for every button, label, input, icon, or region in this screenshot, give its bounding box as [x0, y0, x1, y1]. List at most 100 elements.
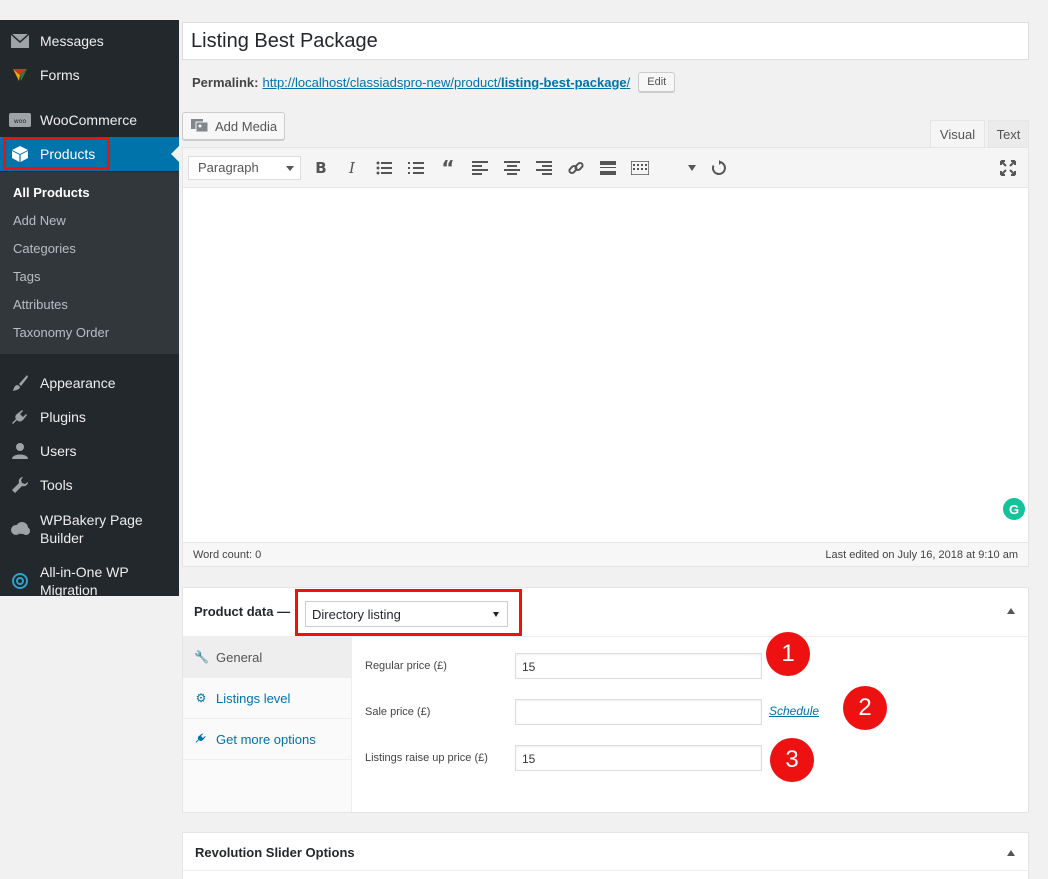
align-center-icon[interactable] [502, 158, 522, 178]
format-select[interactable]: Paragraph [188, 156, 301, 180]
chevron-down-icon [286, 166, 294, 171]
paintbrush-icon [0, 374, 40, 392]
permalink-row: Permalink: http://localhost/classiadspro… [192, 72, 676, 92]
pd-tab-label: Listings level [216, 690, 291, 706]
raise-up-price-label: Listings raise up price (£) [365, 752, 488, 764]
tab-visual[interactable]: Visual [930, 120, 985, 148]
submenu-categories[interactable]: Categories [13, 241, 76, 256]
admin-sidebar: Messages Forms woo WooCommerce Products … [0, 20, 179, 598]
submenu-attributes[interactable]: Attributes [13, 297, 68, 312]
menu-label: All-in-One WP Migration [40, 564, 129, 598]
menu-label: Tools [40, 477, 73, 493]
annotation-badge-2: 2 [843, 686, 887, 730]
collapse-arrow-icon[interactable] [1007, 608, 1015, 614]
align-right-icon[interactable] [534, 158, 554, 178]
add-media-icon [191, 117, 209, 136]
tab-text[interactable]: Text [988, 120, 1029, 148]
product-data-header: Product data — Directory listing [183, 588, 1028, 637]
woocommerce-icon: woo [0, 113, 40, 127]
migration-icon [0, 572, 40, 590]
word-count: Word count: 0 [193, 549, 262, 561]
product-data-title: Product data — [194, 604, 291, 619]
pd-tab-label: General [216, 649, 263, 665]
envelope-icon [0, 34, 40, 48]
format-select-value: Paragraph [198, 160, 259, 175]
italic-icon[interactable]: I [342, 158, 362, 178]
post-title-input[interactable]: Listing Best Package [182, 22, 1029, 60]
pd-tab-label: Get more options [216, 731, 316, 747]
submenu-taxonomy-order[interactable]: Taxonomy Order [13, 325, 109, 340]
last-edited: Last edited on July 16, 2018 at 9:10 am [825, 549, 1018, 561]
wrench-icon [0, 476, 40, 494]
pd-tab-get-more-options[interactable]: Get more options [183, 719, 352, 760]
pd-tab-general[interactable]: 🔧 General [183, 637, 352, 678]
active-indicator [171, 146, 179, 162]
raise-up-price-input[interactable]: 15 [515, 745, 762, 771]
menu-item-users[interactable]: Users [0, 434, 179, 468]
grammarly-icon[interactable]: G [1003, 498, 1025, 520]
product-data-tabs: 🔧 General ⚙ Listings level Get more opti… [183, 637, 352, 812]
toolbar-toggle-icon[interactable] [630, 158, 650, 178]
menu-item-appearance[interactable]: Appearance [0, 366, 179, 400]
submenu-all-products[interactable]: All Products [13, 185, 90, 200]
blockquote-icon[interactable]: “ [438, 156, 458, 180]
wrench-icon: 🔧 [194, 650, 209, 664]
menu-item-tools[interactable]: Tools [0, 468, 179, 502]
menu-label: Plugins [40, 409, 86, 425]
products-submenu: All Products Add New Categories Tags Att… [0, 172, 179, 354]
regular-price-label: Regular price (£) [365, 660, 447, 672]
plug-icon [194, 732, 208, 747]
fullscreen-icon[interactable] [998, 158, 1018, 178]
user-icon [0, 442, 40, 460]
highlight-box-product-type [295, 589, 522, 636]
read-more-icon[interactable] [598, 158, 618, 178]
submenu-tags[interactable]: Tags [13, 269, 40, 284]
menu-item-all-in-one-migration[interactable]: All-in-One WP Migration [0, 562, 179, 600]
permalink-slug: listing-best-package [500, 74, 627, 90]
editor-statusbar: Word count: 0 Last edited on July 16, 20… [183, 542, 1028, 566]
menu-item-wpbakery[interactable]: WPBakery Page Builder [0, 510, 179, 548]
menu-label: Forms [40, 67, 80, 83]
menu-label: Messages [40, 33, 104, 49]
add-media-button[interactable]: Add Media [182, 112, 285, 140]
menu-label: Appearance [40, 375, 116, 391]
menu-label: Users [40, 443, 77, 459]
dropdown-caret-icon[interactable] [682, 158, 702, 178]
editor-toolbar: Paragraph B I “ [183, 148, 1028, 188]
add-media-label: Add Media [215, 118, 278, 134]
submenu-add-new[interactable]: Add New [13, 213, 66, 228]
gear-icon: ⚙ [195, 691, 207, 705]
plugin-icon [0, 408, 40, 426]
menu-item-woocommerce[interactable]: woo WooCommerce [0, 103, 179, 137]
schedule-link[interactable]: Schedule [769, 704, 819, 718]
bullet-list-icon[interactable] [374, 158, 394, 178]
menu-item-messages[interactable]: Messages [0, 24, 179, 58]
numbered-list-icon[interactable] [406, 158, 426, 178]
bold-icon[interactable]: B [311, 158, 331, 178]
menu-label: WooCommerce [40, 112, 137, 128]
revolution-slider-title: Revolution Slider Options [195, 845, 355, 860]
svg-text:woo: woo [14, 118, 27, 125]
permalink-trail: / [626, 74, 631, 90]
refresh-icon[interactable] [709, 158, 729, 178]
sale-price-input[interactable] [515, 699, 762, 725]
regular-price-input[interactable]: 15 [515, 653, 762, 679]
sale-price-label: Sale price (£) [365, 706, 431, 718]
highlight-box-products [3, 137, 110, 170]
collapse-arrow-icon[interactable] [1007, 850, 1015, 856]
permalink-link[interactable]: http://localhost/classiadspro-new/produc… [262, 75, 630, 90]
divider [183, 870, 1028, 871]
product-data-panel: Product data — Directory listing 🔧 Gener… [182, 587, 1029, 813]
cloud-icon [0, 521, 40, 537]
menu-item-forms[interactable]: Forms [0, 58, 179, 92]
content-editor: Paragraph B I “ G Word count: 0 Last edi… [182, 147, 1029, 567]
annotation-badge-1: 1 [766, 632, 810, 676]
pd-tab-listings-level[interactable]: ⚙ Listings level [183, 678, 352, 719]
annotation-badge-3: 3 [770, 738, 814, 782]
align-left-icon[interactable] [470, 158, 490, 178]
menu-item-plugins[interactable]: Plugins [0, 400, 179, 434]
menu-label: WPBakery Page Builder [40, 512, 143, 546]
link-icon[interactable] [566, 158, 586, 178]
revolution-slider-panel: Revolution Slider Options [182, 832, 1029, 879]
permalink-edit-button[interactable]: Edit [638, 72, 676, 92]
